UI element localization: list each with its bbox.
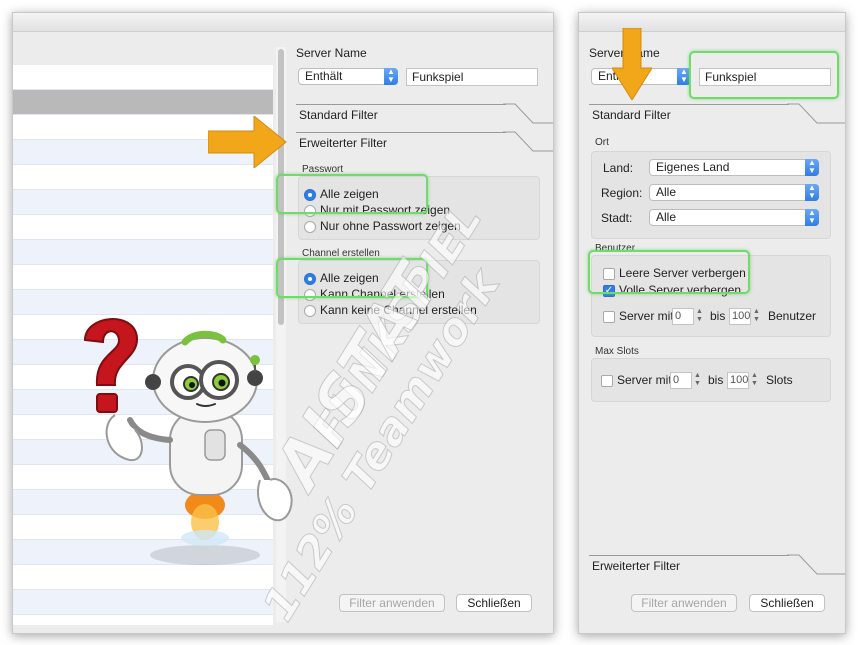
tab-standard-filter[interactable]: Standard Filter bbox=[296, 104, 506, 124]
channel-cannot-create-label[interactable]: Kann keine Channel erstellen bbox=[320, 303, 477, 317]
highlight-hide-empty bbox=[588, 250, 750, 294]
slots-min-field[interactable]: 0 bbox=[670, 372, 692, 389]
apply-filter-button[interactable]: Filter anwenden bbox=[339, 594, 445, 612]
server-with-slots-checkbox[interactable] bbox=[601, 375, 613, 387]
slots-unit-label: Slots bbox=[766, 373, 793, 387]
list-row[interactable] bbox=[13, 190, 273, 215]
chevron-updown-icon: ▲ ▼ bbox=[805, 159, 819, 176]
slots-max-field[interactable]: 100 bbox=[727, 372, 749, 389]
highlight-channel-all bbox=[276, 258, 428, 298]
tab-corner-decoration bbox=[787, 103, 845, 124]
arrow-down-icon bbox=[612, 28, 652, 100]
apply-filter-button[interactable]: Filter anwenden bbox=[631, 594, 737, 612]
channel-cannot-create-radio[interactable] bbox=[304, 305, 316, 317]
server-with-users-checkbox[interactable] bbox=[603, 311, 615, 323]
land-select[interactable]: Eigenes Land ▲ ▼ bbox=[649, 159, 819, 176]
tab-corner-decoration bbox=[787, 554, 845, 575]
close-button[interactable]: Schließen bbox=[456, 594, 532, 612]
list-row[interactable] bbox=[13, 265, 273, 290]
slots-max-stepper[interactable]: ▲ ▼ bbox=[750, 372, 759, 389]
slots-min-stepper[interactable]: ▲ ▼ bbox=[693, 372, 702, 389]
tab-extended-filter[interactable]: Erweiterter Filter bbox=[296, 132, 506, 152]
list-row[interactable] bbox=[13, 590, 273, 615]
slots-to-label: bis bbox=[708, 373, 724, 387]
server-name-label: Server Name bbox=[296, 46, 367, 60]
chevron-updown-icon: ▲ ▼ bbox=[805, 184, 819, 201]
list-row[interactable] bbox=[13, 65, 273, 90]
server-name-input[interactable]: Funkspiel bbox=[406, 68, 538, 86]
land-value: Eigenes Land bbox=[656, 160, 730, 174]
tab-standard-filter[interactable]: Standard Filter bbox=[589, 104, 789, 124]
list-row[interactable] bbox=[13, 215, 273, 240]
robot-mascot-illustration bbox=[83, 318, 293, 565]
max-slots-section-title: Max Slots bbox=[595, 346, 639, 357]
tab-corner-decoration bbox=[503, 131, 553, 152]
window-titlebar[interactable] bbox=[13, 13, 553, 32]
users-min-stepper[interactable]: ▲ ▼ bbox=[695, 308, 704, 325]
chevron-updown-icon: ▲ ▼ bbox=[384, 68, 398, 85]
chevron-updown-icon: ▲ ▼ bbox=[805, 209, 819, 226]
city-select[interactable]: Alle ▲ ▼ bbox=[649, 209, 819, 226]
server-with-label: Server mit bbox=[619, 309, 674, 323]
land-label: Land: bbox=[603, 161, 634, 175]
list-row-selected[interactable] bbox=[13, 90, 273, 115]
users-max-stepper[interactable]: ▲ ▼ bbox=[752, 308, 761, 325]
close-button[interactable]: Schließen bbox=[749, 594, 825, 612]
tab-corner-decoration bbox=[503, 103, 553, 124]
users-max-field[interactable]: 100 bbox=[729, 308, 751, 325]
filter-window-right: Server Name Enthält ▲▼ Funkspiel Standar… bbox=[578, 12, 846, 634]
arrow-right-icon bbox=[208, 116, 287, 168]
list-row[interactable] bbox=[13, 165, 273, 190]
password-only-without-label[interactable]: Nur ohne Passwort zeigen bbox=[320, 219, 461, 233]
tab-extended-filter[interactable]: Erweiterter Filter bbox=[589, 555, 789, 575]
match-mode-select[interactable]: Enthält ▲▼ bbox=[298, 68, 398, 85]
password-only-without-radio[interactable] bbox=[304, 221, 316, 233]
city-label: Stadt: bbox=[601, 211, 633, 225]
region-value: Alle bbox=[656, 185, 677, 199]
location-section-title: Ort bbox=[595, 137, 609, 148]
highlight-password-all bbox=[276, 174, 428, 214]
users-unit-label: Benutzer bbox=[768, 309, 817, 323]
server-with-label: Server mit bbox=[617, 373, 672, 387]
list-row[interactable] bbox=[13, 240, 273, 265]
city-value: Alle bbox=[656, 210, 677, 224]
users-min-field[interactable]: 0 bbox=[672, 308, 694, 325]
region-label: Region: bbox=[601, 186, 643, 200]
highlight-server-name-input bbox=[689, 51, 839, 99]
users-to-label: bis bbox=[710, 309, 726, 323]
match-mode-value: Enthält bbox=[305, 69, 343, 83]
region-select[interactable]: Alle ▲ ▼ bbox=[649, 184, 819, 201]
